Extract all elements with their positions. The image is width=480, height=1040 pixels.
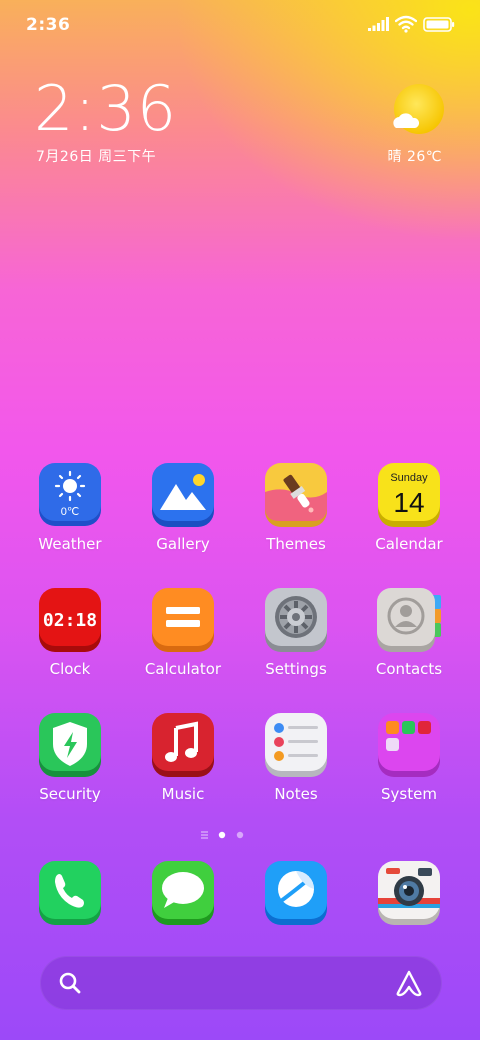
app-settings[interactable]: Settings [239,587,353,697]
clock-widget-time[interactable]: 2:36 [34,76,177,142]
app-calendar[interactable]: Sunday 14 Calendar [352,462,466,572]
status-bar: 2:36 [0,0,480,50]
notes-icon [265,713,327,777]
camera-icon [378,861,440,925]
page-indicator[interactable] [196,828,256,842]
app-label-notes: Notes [274,785,318,803]
clock-widget-date: 7月26日 周三下午 [36,149,157,165]
app-label-calendar: Calendar [375,535,443,553]
system-folder-icon [378,713,440,777]
page-list-icon [201,831,208,839]
app-label-settings: Settings [265,660,327,678]
security-icon [39,713,101,777]
wifi-icon [395,15,417,33]
contacts-icon [377,588,441,652]
dock-browser[interactable] [239,860,353,930]
weather-icon-temp: 0℃ [61,506,79,518]
calendar-day-number: 14 [393,487,424,518]
app-notes[interactable]: Notes [239,712,353,822]
app-label-weather: Weather [38,535,102,553]
browser-icon [265,861,327,925]
battery-icon [423,17,455,32]
app-label-contacts: Contacts [375,660,443,678]
app-system-folder[interactable]: System [352,712,466,822]
dock-phone[interactable] [13,860,127,930]
messages-icon [152,861,214,925]
calendar-day-name: Sunday [390,472,428,484]
app-contacts[interactable]: Contacts [352,587,466,697]
app-label-calculator: Calculator [144,660,222,678]
weather-sun-cloud-icon[interactable] [392,84,444,136]
app-music[interactable]: Music [126,712,240,822]
signal-icon [368,17,389,31]
app-label-music: Music [161,785,205,803]
app-label-themes: Themes [266,535,326,553]
status-time: 2:36 [26,15,71,35]
music-icon [152,713,214,777]
app-weather[interactable]: 0℃ Weather [13,462,127,572]
app-gallery[interactable]: Gallery [126,462,240,572]
app-label-clock: Clock [49,660,91,678]
page-dot [236,831,244,839]
app-label-security: Security [39,785,101,803]
themes-icon [265,463,327,527]
calendar-icon: Sunday 14 [378,463,440,527]
page-dot-active [218,831,226,839]
phone-icon [39,861,101,925]
search-bar[interactable] [40,956,442,1010]
gallery-icon [152,463,214,527]
calculator-icon [152,588,214,652]
dock-camera[interactable] [352,860,466,930]
dock-messages[interactable] [126,860,240,930]
voice-assistant-icon[interactable] [394,969,424,997]
search-icon[interactable] [58,971,82,995]
clock-icon: 02:18 [39,588,101,652]
settings-icon [265,588,327,652]
app-label-gallery: Gallery [156,535,210,553]
weather-icon: 0℃ [39,463,101,526]
app-clock[interactable]: 02:18 Clock [13,587,127,697]
app-themes[interactable]: Themes [239,462,353,572]
weather-widget-text: 晴 26℃ [387,149,442,165]
app-calculator[interactable]: Calculator [126,587,240,697]
clock-icon-digits: 02:18 [43,610,97,631]
app-security[interactable]: Security [13,712,127,822]
app-label-system: System [381,785,437,803]
